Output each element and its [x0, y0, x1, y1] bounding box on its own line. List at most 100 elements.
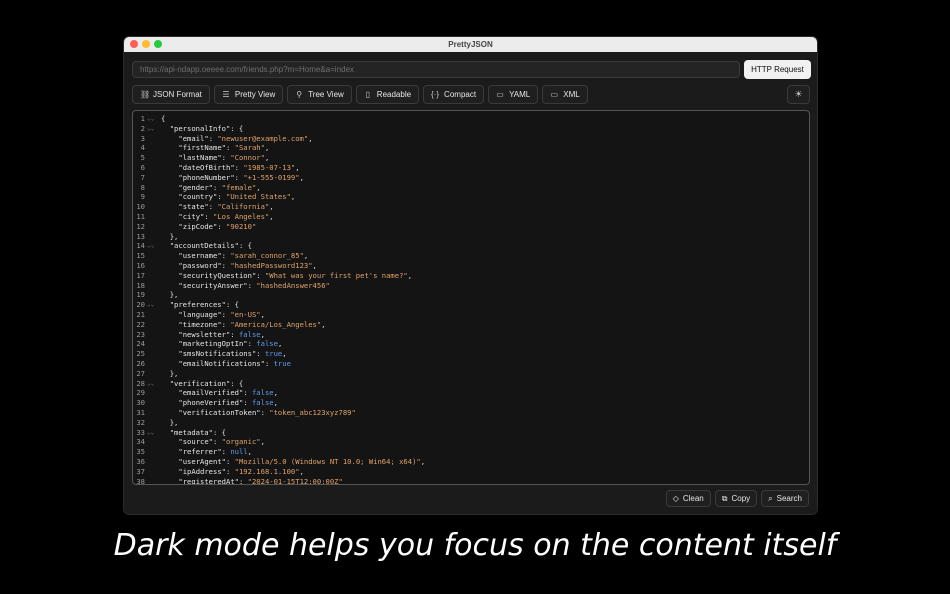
json-value: "192.168.1.100" — [234, 466, 300, 476]
tree-icon: ⚲ — [296, 90, 303, 99]
json-key: "state" — [178, 202, 209, 212]
tree-view-label: Tree View — [308, 90, 344, 99]
clean-label: Clean — [682, 494, 704, 503]
readable-label: Readable — [376, 90, 412, 99]
json-key: "marketingOptIn" — [178, 339, 248, 349]
file-icon: ▭ — [496, 90, 504, 99]
app-window: PrettyJSON https://api-ndapp.oeeee.com/f… — [123, 36, 818, 515]
file-icon: ▭ — [550, 90, 559, 99]
json-key: "email" — [178, 133, 209, 143]
line-number: 34 — [136, 437, 145, 447]
json-key: "accountDetails" — [169, 241, 239, 251]
line-number: 11 — [136, 212, 145, 221]
code-text: "smsNotifications": true, — [178, 349, 287, 359]
code-text: "email": "newuser@example.com", — [178, 133, 313, 143]
json-value: true — [264, 349, 283, 359]
code-text: "country": "United States", — [178, 192, 296, 202]
json-key: "password" — [178, 261, 222, 270]
code-line: 11 "city": "Los Angeles", — [133, 212, 809, 222]
copy-button[interactable]: ⧉ Copy — [714, 490, 758, 507]
line-number: 21 — [136, 310, 145, 319]
line-number: 17 — [136, 270, 145, 280]
line-number: 27 — [136, 368, 145, 378]
code-line: 10 "state": "California", — [133, 202, 809, 212]
json-value: "Mozilla/5.0 (Windows NT 10.0; Win64; x6… — [234, 457, 421, 466]
json-editor[interactable]: 1 ⌄⌄{2 ⌄⌄ "personalInfo": {3 "email": "newus… — [132, 110, 810, 485]
code-line: 7 "phoneNumber": "+1-555-0199", — [133, 173, 809, 183]
code-line: 37 "ipAddress": "192.168.1.100", — [133, 467, 809, 477]
code-text: "emailVerified": false, — [178, 388, 278, 398]
xml-button[interactable]: ▭ XML — [542, 85, 588, 104]
line-number: 19 — [136, 290, 145, 300]
theme-toggle-button[interactable]: ☀ — [787, 85, 810, 104]
line-number: 6 — [140, 163, 145, 172]
clean-button[interactable]: ◇ Clean — [665, 490, 711, 507]
minimize-window-button[interactable] — [142, 40, 150, 48]
code-text: "state": "California", — [178, 202, 274, 212]
window-controls — [130, 40, 162, 48]
json-value: null — [230, 447, 248, 457]
copy-icon: ⧉ — [721, 493, 728, 503]
json-format-button[interactable]: ⛓ JSON Format — [132, 85, 210, 104]
pretty-view-button[interactable]: ☰ Pretty View — [213, 85, 284, 104]
fold-chevron-icon[interactable]: ⌄⌄ — [147, 124, 154, 134]
line-number: 16 — [136, 261, 145, 270]
http-request-button[interactable]: HTTP Request — [744, 60, 811, 79]
json-key: "phoneVerified" — [178, 398, 244, 408]
json-value: false — [251, 388, 274, 398]
line-number: 3 — [140, 133, 145, 143]
fold-chevron-icon[interactable]: ⌄⌄ — [147, 428, 154, 438]
compact-button[interactable]: {·} Compact — [423, 85, 485, 104]
code-line: 28 ⌄⌄ "verification": { — [133, 379, 809, 389]
json-key: "userAgent" — [178, 457, 226, 466]
fold-chevron-icon[interactable]: ⌄⌄ — [147, 300, 154, 310]
json-key: "gender" — [178, 182, 214, 192]
code-text: "verificationToken": "token_abc123xyz789… — [178, 408, 356, 417]
eraser-icon: ◇ — [672, 494, 679, 503]
line-number: 13 — [136, 231, 145, 241]
code-text: "personalInfo": { — [169, 123, 244, 133]
line-number: 22 — [136, 319, 145, 329]
code-text: "phoneVerified": false, — [178, 398, 278, 408]
tree-view-button[interactable]: ⚲ Tree View — [287, 85, 352, 104]
readable-button[interactable]: ▯ Readable — [355, 85, 420, 104]
line-number: 38 — [136, 476, 145, 485]
json-value: false — [251, 398, 274, 408]
close-window-button[interactable] — [130, 40, 138, 48]
line-number: 31 — [136, 408, 145, 417]
code-text: "metadata": { — [169, 427, 226, 437]
book-icon: ▯ — [365, 90, 370, 99]
json-value: "organic" — [221, 437, 261, 447]
code-text: "lastName": "Connor", — [178, 153, 270, 163]
fold-chevron-icon[interactable]: ⌄⌄ — [147, 114, 154, 124]
code-line: 38 "registeredAt": "2024-01-15T12:00:00Z" — [133, 476, 809, 485]
code-text: "timezone": "America/Los_Angeles", — [178, 319, 326, 329]
search-button[interactable]: ⌕ Search — [761, 490, 809, 507]
code-text: "securityQuestion": "What was your first… — [178, 270, 413, 280]
json-key: "language" — [178, 310, 222, 319]
code-text: "gender": "female", — [178, 182, 261, 192]
code-line: 34 "source": "organic", — [133, 437, 809, 447]
line-number: 4 — [140, 143, 145, 153]
code-line: 29 "emailVerified": false, — [133, 388, 809, 398]
json-value: "Los Angeles" — [213, 212, 270, 221]
code-text: "registeredAt": "2024-01-15T12:00:00Z" — [178, 476, 343, 485]
url-input[interactable]: https://api-ndapp.oeeee.com/friends.php?… — [132, 61, 740, 78]
json-key: "phoneNumber" — [178, 172, 235, 182]
json-value: "Connor" — [230, 153, 265, 163]
code-text: "username": "sarah_connor_85", — [178, 251, 309, 261]
fold-chevron-icon[interactable]: ⌄⌄ — [147, 379, 154, 389]
line-number: 8 — [140, 182, 145, 192]
json-key: "verificationToken" — [178, 408, 261, 417]
json-value: false — [256, 339, 278, 349]
sun-icon: ☀ — [794, 89, 803, 99]
code-text: "source": "organic", — [178, 437, 265, 447]
fold-chevron-icon[interactable]: ⌄⌄ — [147, 241, 154, 251]
zoom-window-button[interactable] — [154, 40, 162, 48]
json-value: "hashedPassword123" — [230, 261, 313, 270]
json-key: "referrer" — [178, 447, 222, 457]
yaml-button[interactable]: ▭ YAML — [488, 85, 539, 104]
code-text: }, — [169, 417, 179, 427]
code-text: "firstName": "Sarah", — [178, 143, 270, 153]
json-key: "verification" — [169, 378, 231, 388]
